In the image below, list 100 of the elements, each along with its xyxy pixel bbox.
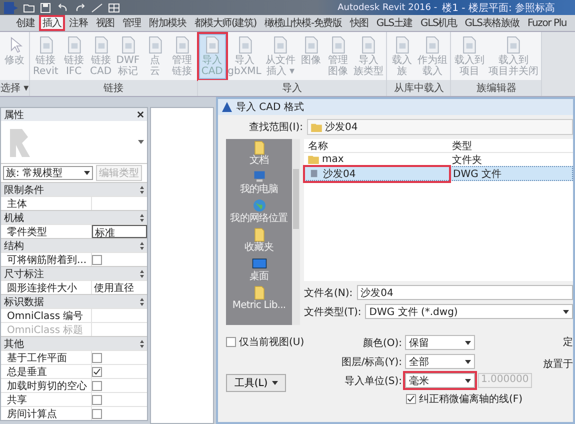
checkbox[interactable] (92, 380, 102, 390)
property-value[interactable]: 使用直径 (92, 281, 147, 294)
section-header[interactable]: 其他 (1, 336, 147, 350)
collapse-icon (140, 186, 144, 194)
checkbox[interactable] (92, 394, 102, 404)
dialog-title: 导入 CAD 格式 (236, 100, 304, 114)
column-header[interactable]: 类型 (448, 138, 573, 152)
collapse-icon (140, 214, 144, 222)
save-icon[interactable] (40, 2, 52, 12)
property-row[interactable]: 房间计算点 (1, 406, 147, 420)
document-icon (203, 36, 222, 54)
document-icon (146, 36, 164, 54)
section-header[interactable]: 机械 (1, 210, 147, 224)
file-icon (309, 169, 320, 178)
ribbon-tab[interactable]: 视图 (92, 15, 118, 31)
ribbon-tab[interactable]: Fuzor Plu (524, 15, 571, 31)
property-value[interactable]: 标准 (93, 226, 146, 237)
caret-icon[interactable] (138, 140, 144, 144)
globe-icon (252, 198, 266, 213)
option-label: 导入单位(S): (343, 374, 402, 388)
checkbox[interactable] (92, 408, 102, 418)
look-in-dropdown[interactable]: 沙发04 (307, 119, 573, 135)
document-title: 楼1 - 楼层平面: 参照标高 (442, 2, 555, 14)
ribbon-tab[interactable]: 创建 (12, 15, 39, 31)
panel-label: 族编辑器 (451, 80, 542, 96)
section-header[interactable]: 标识数据 (1, 294, 147, 308)
option-dropdown[interactable]: 毫米 (405, 373, 475, 388)
caret-icon (563, 310, 569, 314)
option-dropdown[interactable]: 全部 (405, 354, 475, 369)
close-icon[interactable] (137, 111, 144, 118)
panel-label: 选择 ▾ (0, 80, 29, 96)
grid-icon[interactable] (108, 2, 120, 12)
section-header[interactable]: 结构 (1, 238, 147, 252)
ribbon-tab[interactable]: 注释 (65, 15, 92, 31)
panel-label: 导入 (198, 80, 386, 96)
file-type: DWG 文件 (452, 168, 503, 180)
redo-icon[interactable] (74, 2, 86, 12)
collapse-icon (140, 298, 144, 306)
section-header[interactable]: 尺寸标注 (1, 266, 147, 280)
caret-icon (465, 378, 471, 382)
property-row[interactable]: 总是垂直 (1, 364, 147, 378)
property-label: OmniClass 编号 (1, 309, 92, 322)
ribbon-tab[interactable]: GLS机电 (416, 15, 461, 31)
ribbon-tab[interactable]: GLS土建 (372, 15, 417, 31)
checkbox[interactable] (92, 366, 102, 376)
check-icon (407, 395, 415, 403)
option-label: 图层/标高(Y): (340, 356, 402, 368)
folder-icon (311, 122, 322, 132)
file-row[interactable]: max 文件夹 (304, 153, 573, 166)
file-name-field[interactable]: 沙发04 (356, 285, 573, 300)
ribbon-tab[interactable]: GLS表格族做 (460, 15, 524, 31)
panel-label: 从库中载入 (387, 80, 450, 96)
window-title: Autodesk Revit 2016 - (338, 2, 438, 12)
ribbon-tab[interactable]: 管理 (118, 15, 146, 31)
caret-icon (84, 171, 90, 175)
file-name: 沙发04 (305, 166, 449, 180)
checkbox[interactable] (92, 352, 102, 362)
collapse-icon (140, 270, 144, 278)
look-in-label: 查找范围(I): (248, 120, 304, 134)
document-icon (271, 36, 290, 54)
property-row[interactable]: 加载时剪切的空心 (1, 378, 147, 392)
ribbon-tab[interactable]: 橄榄山快模-免费版 (260, 15, 346, 31)
ribbon-tab[interactable]: 附加模块 (145, 15, 190, 31)
property-row[interactable]: 共享 (1, 392, 147, 406)
document-icon (504, 36, 522, 54)
checkbox-label[interactable]: 纠正稍微偏离轴的线(F) (406, 392, 532, 406)
ribbon-tab[interactable]: 快图 (346, 15, 372, 31)
tools-button[interactable]: 工具(L) (226, 374, 286, 392)
checkbox[interactable] (92, 254, 102, 264)
desktop-icon (252, 256, 266, 271)
document-icon (423, 36, 442, 54)
file-row[interactable]: 沙发04 DWG 文件 (304, 166, 573, 181)
check-icon (93, 368, 101, 376)
property-row[interactable]: 基于工作平面 (1, 350, 147, 364)
collapse-icon (140, 340, 144, 348)
property-row[interactable]: OmniClass 编号 (1, 308, 147, 322)
document-icon (359, 36, 378, 54)
collapse-icon (140, 242, 144, 250)
caret-icon (465, 360, 471, 364)
app-logo-icon (222, 102, 232, 112)
section-header[interactable]: 限制条件 (1, 182, 147, 196)
undo-icon[interactable] (57, 2, 69, 12)
file-type-dropdown[interactable]: DWG 文件 (*.dwg) (365, 304, 573, 319)
option-label: 放置于 (543, 358, 573, 371)
type-selector[interactable]: 族: 常规模型 (3, 166, 93, 180)
checkbox-label[interactable]: 仅当前视图(U) (226, 335, 334, 349)
folder-icon (252, 285, 266, 300)
folder-icon[interactable] (23, 2, 35, 12)
panel-title: 属性 (4, 108, 24, 122)
option-dropdown[interactable]: 保留 (405, 335, 475, 350)
column-header[interactable]: 名称 (304, 138, 448, 152)
file-name-label: 文件名(N): (304, 286, 354, 300)
ribbon-tab[interactable]: 插入 (38, 15, 66, 31)
folder-icon (252, 140, 266, 155)
document-icon (460, 36, 478, 54)
scrollbar[interactable] (292, 139, 300, 325)
option-label: 颜色(O): (362, 336, 402, 350)
ribbon-tab[interactable]: 都模大师(建筑) (190, 15, 260, 31)
measure-icon[interactable] (91, 2, 103, 12)
file-type-label: 文件类型(T): (304, 306, 362, 318)
